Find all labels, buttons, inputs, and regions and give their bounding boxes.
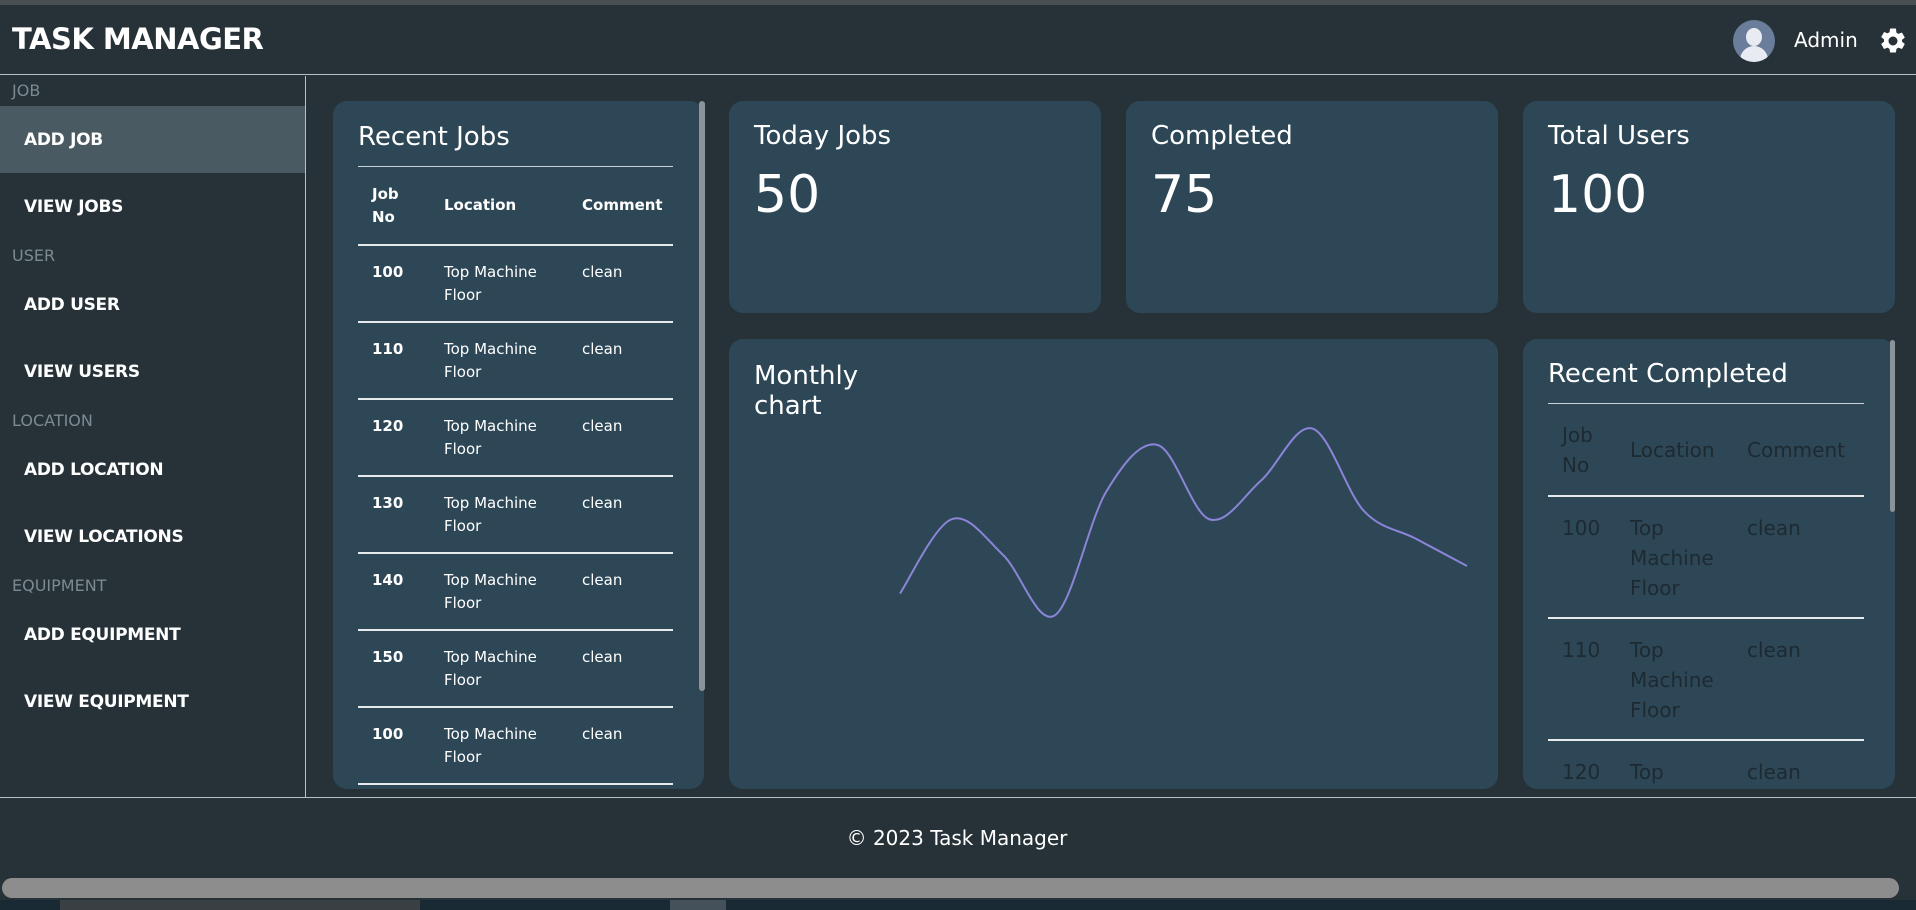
sidebar-section-user: USER [12,246,56,265]
sidebar-item-view-equipment[interactable]: VIEW EQUIPMENT [0,668,305,735]
table-header-row: Job No Location Comment [1548,404,1864,497]
cell-job-no: 110 [1548,618,1616,741]
cell-location: Top [1616,740,1733,789]
cell-job-no: 100 [358,707,430,785]
sidebar-item-add-job[interactable]: ADD JOB [0,106,305,173]
cell-location: Top Machine Floor [430,322,568,400]
cell-job-no: 120 [1548,740,1616,789]
total-users-label: Total Users [1548,121,1690,151]
completed-label: Completed [1151,121,1293,151]
horizontal-scrollbar[interactable] [2,878,1899,898]
cell-location: Top Machine Floor [430,630,568,708]
cell-comment: clean [1733,740,1864,789]
column-header-comment: Comment [1733,404,1864,497]
table-header-row: Job No Location Comment [358,167,673,246]
avatar[interactable] [1733,20,1775,62]
cell-comment: clean [568,245,673,323]
cell-comment: clean [568,707,673,785]
column-header-comment: Comment [568,167,673,246]
cell-location: Top Machine Floor [430,399,568,477]
table-row[interactable]: 100 Top Machine Floor clean [1548,496,1864,619]
cell-comment: clean [568,399,673,477]
recent-completed-scrollbar[interactable] [1890,340,1895,512]
sidebar-item-add-equipment[interactable]: ADD EQUIPMENT [0,601,305,668]
sidebar: JOB ADD JOB VIEW JOBS USER ADD USER VIEW… [0,76,306,797]
column-header-job-no: Job No [1548,404,1616,497]
table-row[interactable]: 140 Top Machine Floor clean [358,553,673,631]
table-row[interactable]: 110 Top Machine Floor clean [1548,618,1864,741]
column-header-location: Location [430,167,568,246]
footer-text: © 2023 Task Manager [846,826,1068,850]
cell-job-no: 140 [358,553,430,631]
recent-jobs-table: Job No Location Comment 100 Top Machine … [358,167,673,785]
app-header: TASK MANAGER Admin [0,5,1916,75]
cell-location: Top Machine Floor [1616,618,1733,741]
sidebar-section-location: LOCATION [12,411,93,430]
table-row[interactable]: 130 Top Machine Floor clean [358,476,673,554]
sidebar-section-equipment: EQUIPMENT [12,576,107,595]
cell-job-no: 100 [1548,496,1616,619]
table-row[interactable]: 110 Top Machine Floor clean [358,322,673,400]
cell-location: Top Machine Floor [430,707,568,785]
user-name[interactable]: Admin [1794,28,1858,52]
total-users-card: Total Users 100 [1523,101,1895,313]
cell-comment: clean [1733,496,1864,619]
recent-jobs-title: Recent Jobs [358,122,510,152]
chart-title: Monthly chart [754,361,859,421]
cell-job-no: 120 [358,399,430,477]
sidebar-item-add-user[interactable]: ADD USER [0,271,305,338]
cell-comment: clean [568,322,673,400]
footer: © 2023 Task Manager [0,826,1916,850]
cell-job-no: 110 [358,322,430,400]
sidebar-item-view-locations[interactable]: VIEW LOCATIONS [0,503,305,570]
table-row[interactable]: 100 Top Machine Floor clean [358,245,673,323]
taskbar [0,900,1916,910]
cell-comment: clean [568,476,673,554]
table-row[interactable]: 100 Top Machine Floor clean [358,707,673,785]
sidebar-item-add-location[interactable]: ADD LOCATION [0,436,305,503]
sidebar-item-view-jobs[interactable]: VIEW JOBS [0,173,305,240]
today-jobs-value: 50 [754,165,821,225]
today-jobs-label: Today Jobs [754,121,892,151]
column-header-location: Location [1616,404,1733,497]
cell-location: Top Machine Floor [430,245,568,323]
cell-location: Top Machine Floor [1616,496,1733,619]
chart-series-line [899,427,1468,618]
sidebar-item-view-users[interactable]: VIEW USERS [0,338,305,405]
table-row[interactable]: 150 Top Machine Floor clean [358,630,673,708]
completed-card: Completed 75 [1126,101,1498,313]
table-row[interactable]: 120 Top clean [1548,740,1864,789]
recent-jobs-card: Recent Jobs Job No Location Comment 100 … [333,101,704,789]
recent-completed-title: Recent Completed [1548,359,1788,389]
cell-job-no: 150 [358,630,430,708]
gear-icon[interactable] [1878,26,1908,56]
total-users-value: 100 [1548,165,1648,225]
cell-job-no: 100 [358,245,430,323]
today-jobs-card: Today Jobs 50 [729,101,1101,313]
cell-comment: clean [568,630,673,708]
app-title: TASK MANAGER [12,22,264,56]
sidebar-section-job: JOB [12,81,41,100]
cell-comment: clean [1733,618,1864,741]
cell-comment: clean [568,553,673,631]
monthly-chart-card: Monthly chart [729,339,1498,789]
footer-divider [0,797,1916,798]
cell-job-no: 130 [358,476,430,554]
recent-jobs-scrollbar[interactable] [699,101,705,691]
completed-value: 75 [1151,165,1218,225]
column-header-job-no: Job No [358,167,430,246]
recent-completed-table: Job No Location Comment 100 Top Machine … [1548,404,1864,789]
cell-location: Top Machine Floor [430,476,568,554]
recent-completed-card: Recent Completed Job No Location Comment… [1523,339,1895,789]
cell-location: Top Machine Floor [430,553,568,631]
table-row[interactable]: 120 Top Machine Floor clean [358,399,673,477]
